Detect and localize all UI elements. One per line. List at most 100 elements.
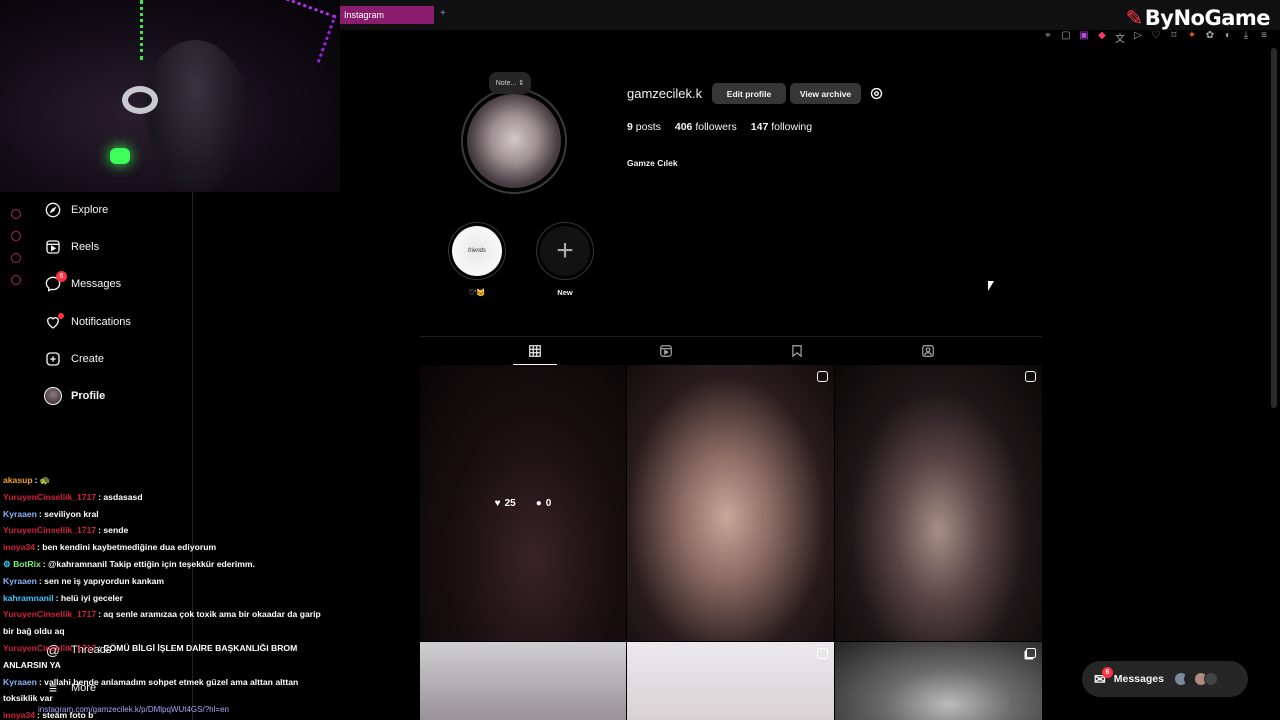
tab-reels[interactable]: [644, 337, 688, 365]
rail-clock-icon[interactable]: [11, 231, 21, 241]
rail-chat-icon[interactable]: [11, 253, 21, 263]
post-tile[interactable]: ♥ 25 ● 0: [420, 365, 626, 641]
tagged-icon: [922, 345, 934, 357]
edit-profile-button[interactable]: Edit profile: [712, 83, 786, 104]
chevron-updown-icon: ⇕: [518, 80, 525, 87]
sidebar-item-messages[interactable]: 6 Messages: [44, 271, 122, 295]
note-bubble[interactable]: Note... ⇕: [489, 72, 531, 94]
rail-settings-icon[interactable]: [11, 275, 21, 285]
new-highlight-button[interactable]: +: [536, 222, 594, 280]
chat-message: Kyraaen: sen ne iş yapıyordun kankam: [0, 573, 330, 590]
gear-icon[interactable]: [869, 86, 884, 101]
status-url: instagram.com/gamzecilek.k/p/DMlpqWUt4GS…: [38, 705, 229, 714]
sidebar-item-label: Create: [71, 353, 105, 365]
following-count: 147: [750, 121, 769, 133]
reels-icon: [44, 238, 62, 256]
tab-posts[interactable]: [513, 337, 557, 365]
chat-text: : sen ne iş yapıyordun kankam: [38, 575, 165, 586]
messages-badge: 6: [1102, 667, 1113, 678]
followers-count: 406: [674, 121, 693, 133]
post-grid: ♥ 25 ● 0: [420, 365, 1042, 720]
bot-badge-icon: ⚙: [3, 558, 14, 569]
profile-icon[interactable]: ◐: [1222, 30, 1234, 45]
tab-tagged[interactable]: [906, 337, 950, 365]
highlight-friends[interactable]: friends: [448, 222, 506, 280]
green-lamp: [110, 148, 130, 164]
sidebar-item-explore[interactable]: Explore: [44, 199, 108, 221]
page-scrollbar[interactable]: [1271, 48, 1277, 408]
reels-icon: [660, 345, 672, 357]
play-icon[interactable]: ▷: [1132, 30, 1144, 45]
chat-username: inoya34: [3, 542, 36, 553]
messages-popup-button[interactable]: ✉ 6 Messages: [1082, 661, 1248, 697]
twitch-icon[interactable]: ▣: [1078, 30, 1090, 45]
carousel-icon: [1026, 648, 1036, 658]
following-stat[interactable]: 147 following: [751, 121, 812, 133]
notification-dot: [58, 313, 64, 319]
screenshot-icon[interactable]: ▢: [1060, 30, 1072, 45]
chat-text: : asdasasd: [98, 491, 143, 502]
comments-count: 0: [545, 497, 552, 509]
likes-count: 25: [504, 497, 516, 509]
download-icon[interactable]: ⤓: [1240, 30, 1252, 45]
chat-text: : sende: [98, 525, 129, 536]
chat-username: inoya34: [3, 710, 36, 720]
sidebar-item-reels[interactable]: Reels: [44, 236, 99, 258]
string-lights-green: [140, 0, 150, 60]
stream-chat-overlay: akasup: 🐢 YuruyenCinsellik_1717: asdasas…: [0, 472, 330, 720]
chat-username: YuruyenCinsellik_1717: [3, 609, 97, 620]
translate-icon[interactable]: 文: [1114, 30, 1126, 45]
chat-message: inoya34: ben kendini kaybetmediğine dua …: [0, 539, 330, 556]
messenger-icon: 6: [44, 271, 67, 293]
more-icon: [1203, 672, 1218, 686]
recent-chat-avatars: [1173, 672, 1218, 686]
profile-avatar[interactable]: [461, 88, 567, 194]
brand-logo: ✎ByNoGame: [1125, 6, 1271, 30]
profile-tabs: [420, 336, 1042, 365]
new-tab-button[interactable]: +: [440, 8, 446, 19]
post-tile[interactable]: [420, 642, 626, 720]
chat-text: : helü iyi geceler: [55, 592, 123, 603]
chat-username: Kyraaen: [3, 575, 37, 586]
avatar-image: [467, 94, 561, 188]
chat-username: kahramnanil: [3, 592, 54, 603]
sidebar-item-create[interactable]: Create: [44, 348, 104, 370]
sidebar-item-profile[interactable]: Profile: [44, 385, 105, 407]
post-tile[interactable]: [627, 642, 834, 720]
heart-icon[interactable]: ♡: [1150, 30, 1162, 45]
extension-icon[interactable]: ✿: [1204, 30, 1216, 45]
view-archive-button[interactable]: View archive: [790, 83, 861, 104]
pin-icon[interactable]: ⌖: [1042, 30, 1054, 45]
followers-stat[interactable]: 406 followers: [675, 121, 737, 133]
webcam-overlay: [0, 0, 340, 192]
brand-mark-icon: ✎: [1125, 6, 1144, 30]
chat-username: akasup: [3, 475, 33, 485]
rail-play-icon[interactable]: [11, 209, 21, 219]
chat-text: : ben kendini kaybetmediğine dua ediyoru…: [37, 542, 217, 553]
profile-username: gamzecilek.k: [627, 86, 703, 101]
chat-username: Kyraaen: [3, 676, 37, 687]
bookmark-icon[interactable]: ⌑: [1168, 30, 1180, 45]
chat-message: kahramnanil: helü iyi geceler: [0, 590, 330, 607]
tab-saved[interactable]: [775, 337, 819, 365]
chat-message: Kyraaen: vallahi bende anlamadım sohpet …: [0, 674, 330, 708]
post-tile[interactable]: [835, 365, 1042, 641]
post-tile[interactable]: [835, 642, 1042, 720]
chat-username: YuruyenCinsellik_1717: [3, 642, 97, 653]
sidebar-item-notifications[interactable]: Notifications: [44, 311, 131, 333]
posts-label: posts: [635, 121, 661, 133]
likes-stat: ♥ 25: [495, 498, 516, 509]
shield-icon[interactable]: ◆: [1096, 30, 1108, 45]
heart-icon: ♥: [494, 497, 501, 509]
sidebar-item-label: Messages: [71, 278, 122, 290]
sidebar-item-label: Profile: [71, 390, 106, 402]
menu-icon[interactable]: ≡: [1258, 30, 1270, 45]
chat-message: Kyraaen: seviliyon kral: [0, 506, 330, 523]
chat-message: ⚙ BotRix: @kahramnanil Takip ettiğin içi…: [0, 556, 330, 573]
posts-stat: 9 posts: [627, 121, 661, 133]
leaf-icon[interactable]: ✦: [1186, 30, 1198, 45]
reel-icon: [1025, 371, 1036, 382]
browser-tab-instagram[interactable]: Instagram: [340, 6, 434, 24]
post-tile[interactable]: [627, 365, 834, 641]
reel-icon: [817, 371, 828, 382]
